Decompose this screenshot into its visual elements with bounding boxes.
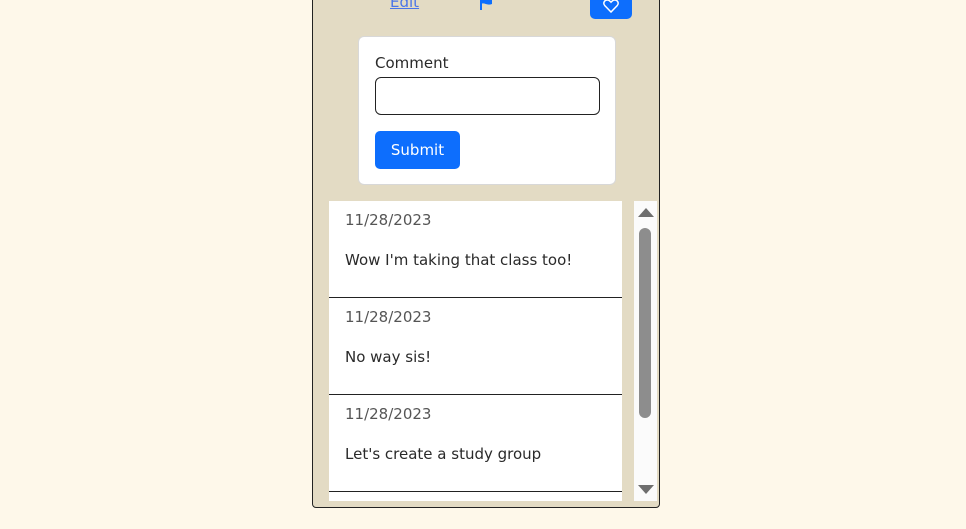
edit-link[interactable]: Edit — [390, 0, 419, 11]
comment-input[interactable] — [375, 77, 600, 115]
comment-form: Comment Submit — [358, 36, 616, 185]
comment-text: Wow I'm taking that class too! — [345, 251, 573, 269]
comments-list: 11/28/2023 Wow I'm taking that class too… — [329, 201, 622, 501]
scroll-down-arrow-icon[interactable] — [638, 485, 654, 494]
scroll-thumb[interactable] — [639, 228, 651, 418]
comment-date: 11/28/2023 — [345, 405, 432, 423]
scroll-up-arrow-icon[interactable] — [638, 208, 654, 217]
comment-label: Comment — [375, 54, 449, 72]
comment-text: Let's create a study group — [345, 445, 542, 463]
post-card: Edit Comment Submit 11/28/2023 Wow I'm t… — [312, 0, 660, 508]
flag-icon — [480, 0, 492, 10]
comment-item: 11/28/2023 Wow I'm taking that class too… — [329, 201, 622, 298]
comment-date: 11/28/2023 — [345, 308, 432, 326]
comment-date: 11/28/2023 — [345, 211, 432, 229]
comment-item: 11/28/2023 No way sis! — [329, 298, 622, 395]
heart-icon — [603, 0, 619, 13]
comment-text: No way sis! — [345, 348, 432, 366]
comment-item: 11/28/2023 Let's create a study group — [329, 395, 622, 492]
like-button[interactable] — [590, 0, 632, 19]
submit-button[interactable]: Submit — [375, 131, 460, 169]
comments-scrollbar[interactable] — [634, 201, 657, 501]
flag-button[interactable] — [478, 0, 494, 11]
